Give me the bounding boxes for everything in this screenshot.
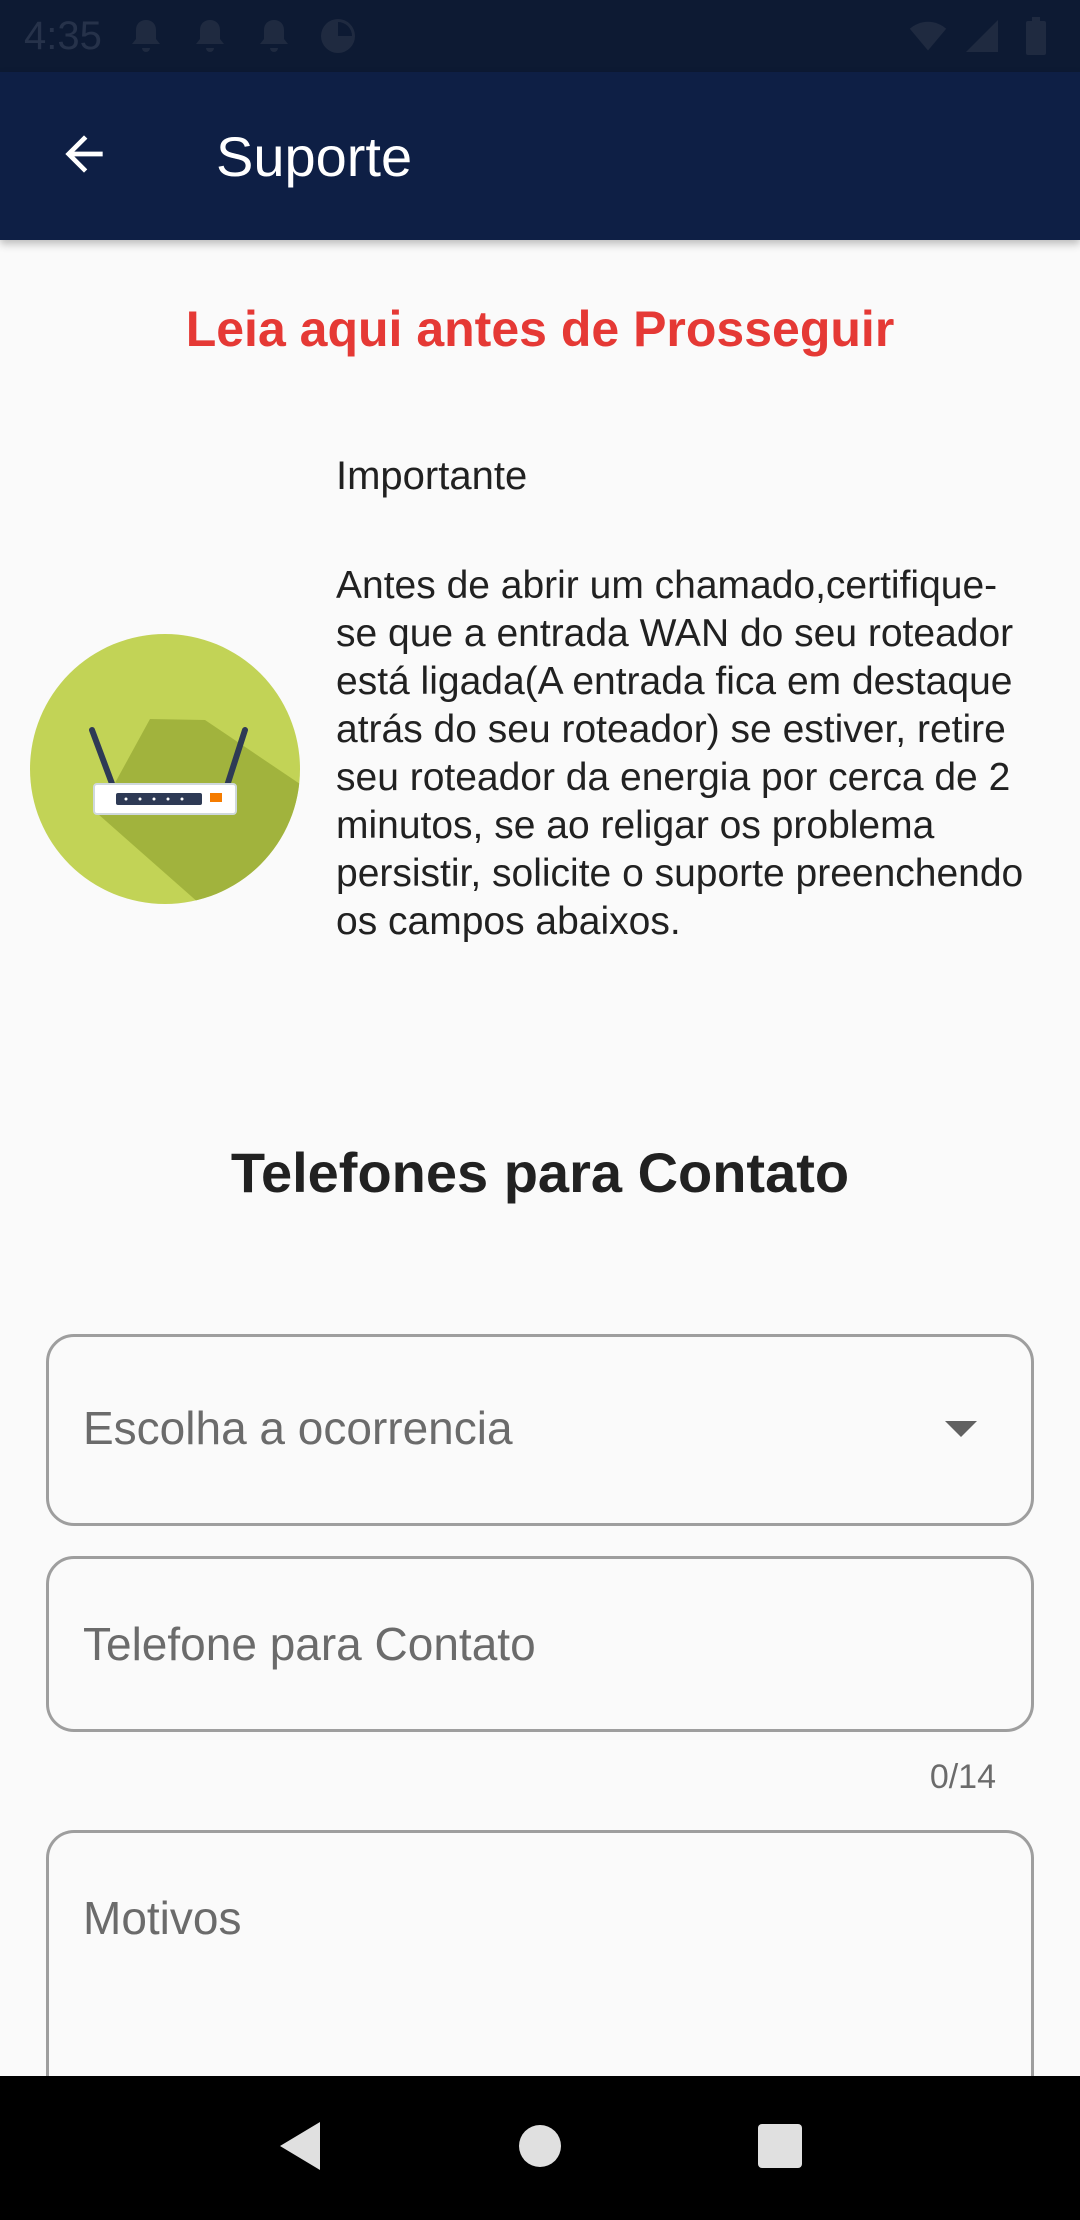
nav-home-button[interactable]	[500, 2108, 580, 2188]
phone-placeholder: Telefone para Contato	[83, 1618, 536, 1670]
arrow-back-icon	[56, 126, 112, 187]
back-button[interactable]	[0, 72, 168, 240]
important-heading: Importante	[336, 454, 528, 498]
battery-icon	[1016, 16, 1056, 56]
reasons-textarea[interactable]: Motivos	[46, 1830, 1034, 2076]
occurrence-dropdown[interactable]: Escolha a ocorrencia	[46, 1334, 1034, 1526]
navigation-bar	[0, 2076, 1080, 2220]
support-content: Leia aqui antes de Prosseguir Importante…	[0, 240, 1080, 2076]
warning-title: Leia aqui antes de Prosseguir	[185, 301, 895, 357]
info-text: Antes de abrir um chamado,certifique-se …	[336, 564, 1024, 943]
contact-title: Telefones para Contato	[230, 1141, 850, 1204]
signal-icon	[962, 16, 1002, 56]
status-bar: 4:35	[0, 0, 1080, 72]
dropdown-arrow-icon	[943, 1417, 979, 1441]
nav-back-button[interactable]	[260, 2108, 340, 2188]
router-icon	[30, 634, 300, 904]
notification-icon	[126, 16, 166, 56]
status-right	[908, 16, 1056, 56]
reasons-placeholder: Motivos	[83, 1892, 242, 1944]
sync-icon	[318, 16, 358, 56]
notification-icon	[254, 16, 294, 56]
notification-icon	[190, 16, 230, 56]
occurrence-placeholder: Escolha a ocorrencia	[83, 1402, 513, 1454]
app-bar: Suporte	[0, 72, 1080, 240]
home-circle-icon	[518, 2124, 562, 2173]
status-time: 4:35	[24, 13, 102, 58]
wifi-icon	[908, 16, 948, 56]
recents-square-icon	[757, 2123, 803, 2174]
phone-char-counter: 0/14	[929, 1758, 996, 1796]
page-title: Suporte	[216, 124, 413, 188]
phone-input[interactable]: Telefone para Contato	[46, 1556, 1034, 1732]
nav-recents-button[interactable]	[740, 2108, 820, 2188]
status-left: 4:35	[24, 14, 358, 59]
back-triangle-icon	[276, 2120, 324, 2177]
